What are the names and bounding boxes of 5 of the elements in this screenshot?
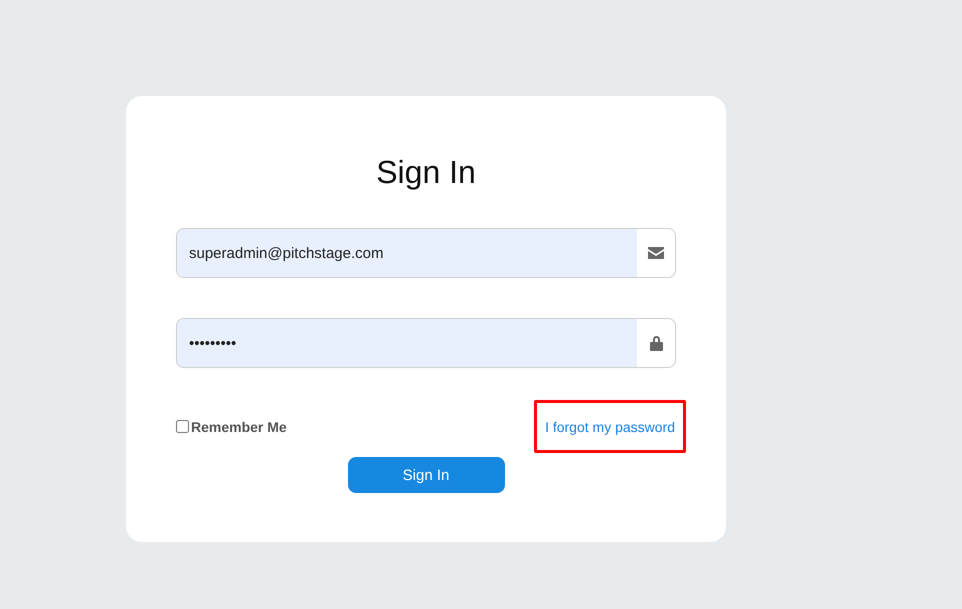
remember-checkbox[interactable]	[176, 420, 189, 433]
forgot-password-link[interactable]: I forgot my password	[545, 419, 675, 435]
sign-in-button[interactable]: Sign In	[348, 457, 504, 493]
sign-in-title: Sign In	[375, 153, 477, 192]
remember-label: Remember Me	[191, 418, 287, 434]
